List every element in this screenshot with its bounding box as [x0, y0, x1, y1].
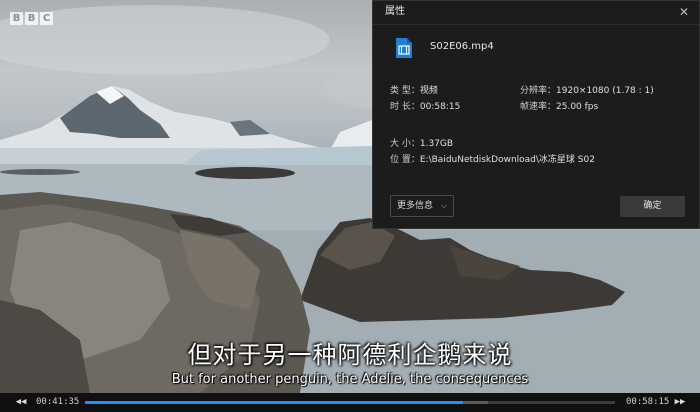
prop-duration-label: 时 长：	[390, 102, 420, 112]
video-file-icon	[396, 38, 412, 58]
prop-size-value: 1.37GB	[419, 139, 454, 149]
rewind-icon[interactable]: ◀◀	[14, 393, 28, 412]
file-name: S02E06.mp4	[430, 41, 494, 52]
prop-type: 类 型：视频	[390, 85, 438, 97]
divider	[373, 24, 699, 25]
buffer-bar	[463, 401, 488, 404]
prop-size-label: 大 小：	[390, 139, 420, 149]
prop-type-label: 类 型：	[390, 86, 420, 96]
subtitle-english: But for another penguin, the Adelie, the…	[171, 372, 529, 387]
prop-location: 位 置：E:\BaiduNetdiskDownload\冰冻星球 S02	[390, 154, 595, 166]
progress-fill	[85, 401, 464, 404]
ok-button[interactable]: 确定	[620, 196, 685, 217]
logo-letter: B	[25, 12, 38, 25]
prop-framerate: 帧速率：25.00 fps	[520, 101, 598, 113]
chevron-down-icon: ⌵	[440, 201, 447, 210]
prop-duration: 时 长：00:58:15	[390, 101, 460, 113]
more-info-button[interactable]: 更多信息 ⌵	[390, 195, 454, 217]
prop-framerate-label: 帧速率：	[520, 102, 557, 112]
prop-resolution-value: 1920×1080 (1.78 : 1)	[556, 86, 654, 96]
more-info-label: 更多信息	[397, 201, 434, 211]
close-icon[interactable]: ✕	[677, 5, 691, 19]
logo-letter: B	[10, 12, 23, 25]
total-time: 00:58:15	[626, 397, 670, 407]
prop-framerate-value: 25.00 fps	[556, 102, 599, 112]
player-control-bar: ◀◀ 00:41:35 00:58:15 ▶▶	[0, 393, 700, 412]
properties-dialog: 属性 ✕ S02E06.mp4 类 型：视频 分辨率：1920×1080 (1.…	[372, 0, 700, 229]
prop-resolution-label: 分辨率：	[520, 86, 557, 96]
seek-bar[interactable]	[85, 401, 615, 404]
subtitle-chinese: 但对于另一种阿德利企鹅来说	[187, 341, 513, 369]
prop-size: 大 小：1.37GB	[390, 138, 453, 150]
prop-location-value[interactable]: E:\BaiduNetdiskDownload\冰冻星球 S02	[420, 155, 595, 165]
prop-resolution: 分辨率：1920×1080 (1.78 : 1)	[520, 85, 654, 97]
prop-location-label: 位 置：	[390, 155, 420, 165]
prop-type-value: 视频	[419, 86, 438, 96]
fast-forward-icon[interactable]: ▶▶	[673, 393, 687, 412]
current-time: 00:41:35	[36, 397, 80, 407]
logo-letter: C	[40, 12, 53, 25]
dialog-title: 属性	[385, 6, 405, 17]
prop-duration-value: 00:58:15	[419, 102, 461, 112]
bbc-logo: B B C	[10, 12, 53, 25]
